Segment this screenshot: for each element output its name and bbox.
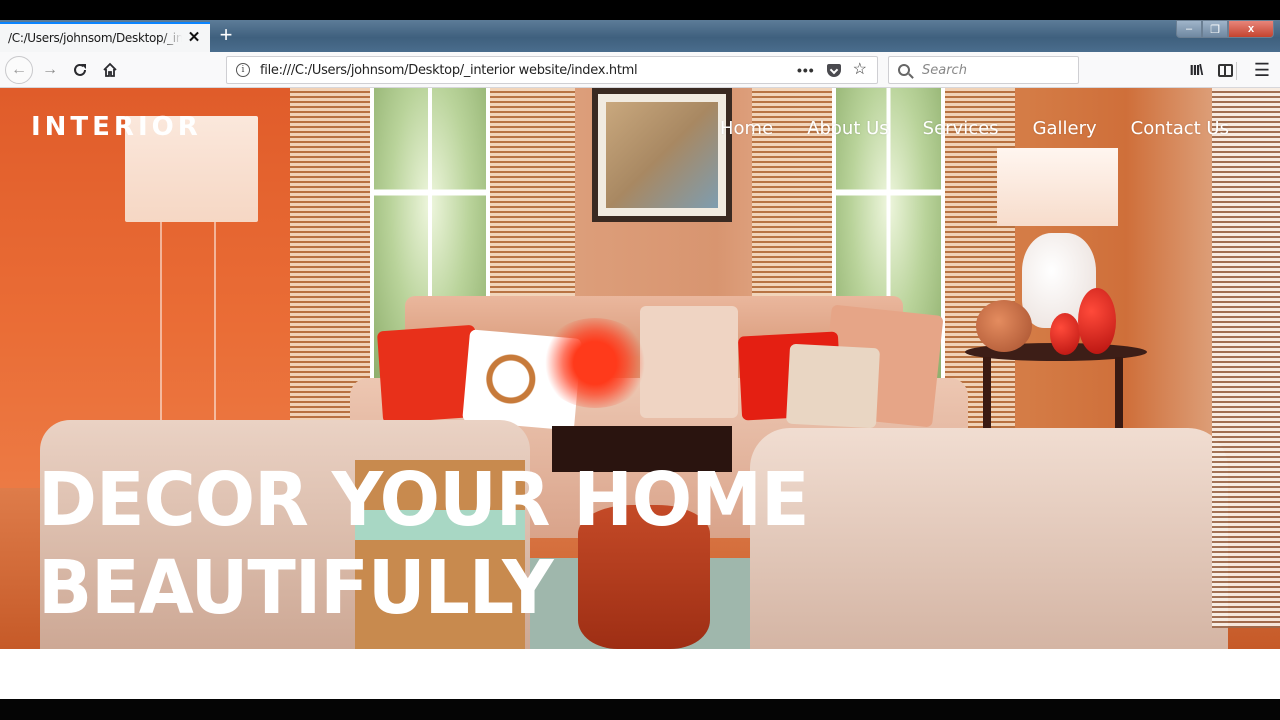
url-actions: ••• ☆ — [797, 62, 867, 79]
decor-orb — [976, 300, 1032, 352]
pillow — [785, 343, 881, 429]
red-vase — [1050, 313, 1080, 355]
search-bar[interactable]: Search — [888, 56, 1079, 84]
sidebar-button[interactable] — [1211, 56, 1239, 84]
url-bar[interactable]: i file:///C:/Users/johnsom/Desktop/_inte… — [226, 56, 878, 84]
home-icon — [103, 62, 117, 77]
pillow — [640, 306, 738, 418]
hamburger-menu-icon: ☰ — [1253, 59, 1271, 80]
search-input[interactable]: Search — [922, 63, 967, 78]
url-input[interactable]: file:///C:/Users/johnsom/Desktop/_interi… — [260, 63, 797, 78]
screen-bottom-border — [0, 699, 1280, 720]
hero-heading-line-1: Decor your home — [38, 457, 810, 543]
site-logo[interactable]: INTERIOR — [31, 112, 202, 142]
new-tab-button[interactable]: + — [214, 24, 238, 48]
site-nav: Home About Us Services Gallery Contact U… — [720, 118, 1229, 139]
nav-link-gallery[interactable]: Gallery — [1033, 118, 1097, 139]
nav-link-contact-us[interactable]: Contact Us — [1131, 118, 1229, 139]
minimize-button[interactable]: – — [1176, 20, 1202, 38]
toolbar-separator — [1236, 62, 1237, 80]
table-lamp-shade — [997, 148, 1118, 226]
nav-link-services[interactable]: Services — [923, 118, 999, 139]
home-button[interactable] — [96, 56, 124, 84]
browser-toolbar: ← → i file:///C:/Users/johnsom/Desktop/_… — [0, 52, 1280, 88]
sidebar-icon — [1217, 63, 1233, 77]
wall-picture-frame — [592, 88, 732, 222]
arrow-left-icon: ← — [11, 61, 27, 78]
forward-button[interactable]: → — [36, 56, 64, 84]
floor-lamp-pole — [160, 222, 216, 442]
library-button[interactable]: III\ — [1182, 56, 1210, 84]
more-actions-icon[interactable]: ••• — [797, 62, 815, 78]
close-window-button[interactable]: x — [1228, 20, 1274, 38]
reload-icon — [74, 63, 86, 76]
tab-title: /C:/Users/johnsom/Desktop/_interior webs… — [8, 31, 182, 45]
nav-link-home[interactable]: Home — [720, 118, 773, 139]
hero-heading: Decor your home Beautifully — [38, 456, 810, 632]
browser-tab-active[interactable]: /C:/Users/johnsom/Desktop/_interior webs… — [0, 22, 210, 52]
library-icon: III\ — [1189, 61, 1204, 79]
search-icon — [898, 64, 910, 76]
flower-arrangement — [540, 318, 650, 408]
arrow-right-icon: → — [42, 61, 58, 78]
back-button[interactable]: ← — [5, 56, 33, 84]
maximize-button[interactable]: ❐ — [1202, 20, 1228, 38]
page-viewport: INTERIOR Home About Us Services Gallery … — [0, 88, 1280, 699]
window-controls: – ❐ x — [1176, 20, 1274, 38]
browser-tab-strip: /C:/Users/johnsom/Desktop/_interior webs… — [0, 20, 1280, 52]
close-icon[interactable]: ✕ — [186, 30, 202, 46]
info-icon[interactable]: i — [236, 63, 250, 77]
screen: /C:/Users/johnsom/Desktop/_interior webs… — [0, 0, 1280, 720]
bookmark-star-icon[interactable]: ☆ — [853, 62, 867, 78]
menu-button[interactable]: ☰ — [1248, 56, 1276, 84]
pocket-icon[interactable] — [826, 63, 841, 77]
red-vase — [1078, 288, 1116, 354]
armchair-right — [750, 428, 1228, 649]
curtain — [1212, 88, 1280, 628]
reload-button[interactable] — [66, 56, 94, 84]
hero-heading-line-2: Beautifully — [38, 545, 554, 631]
nav-link-about-us[interactable]: About Us — [807, 118, 889, 139]
